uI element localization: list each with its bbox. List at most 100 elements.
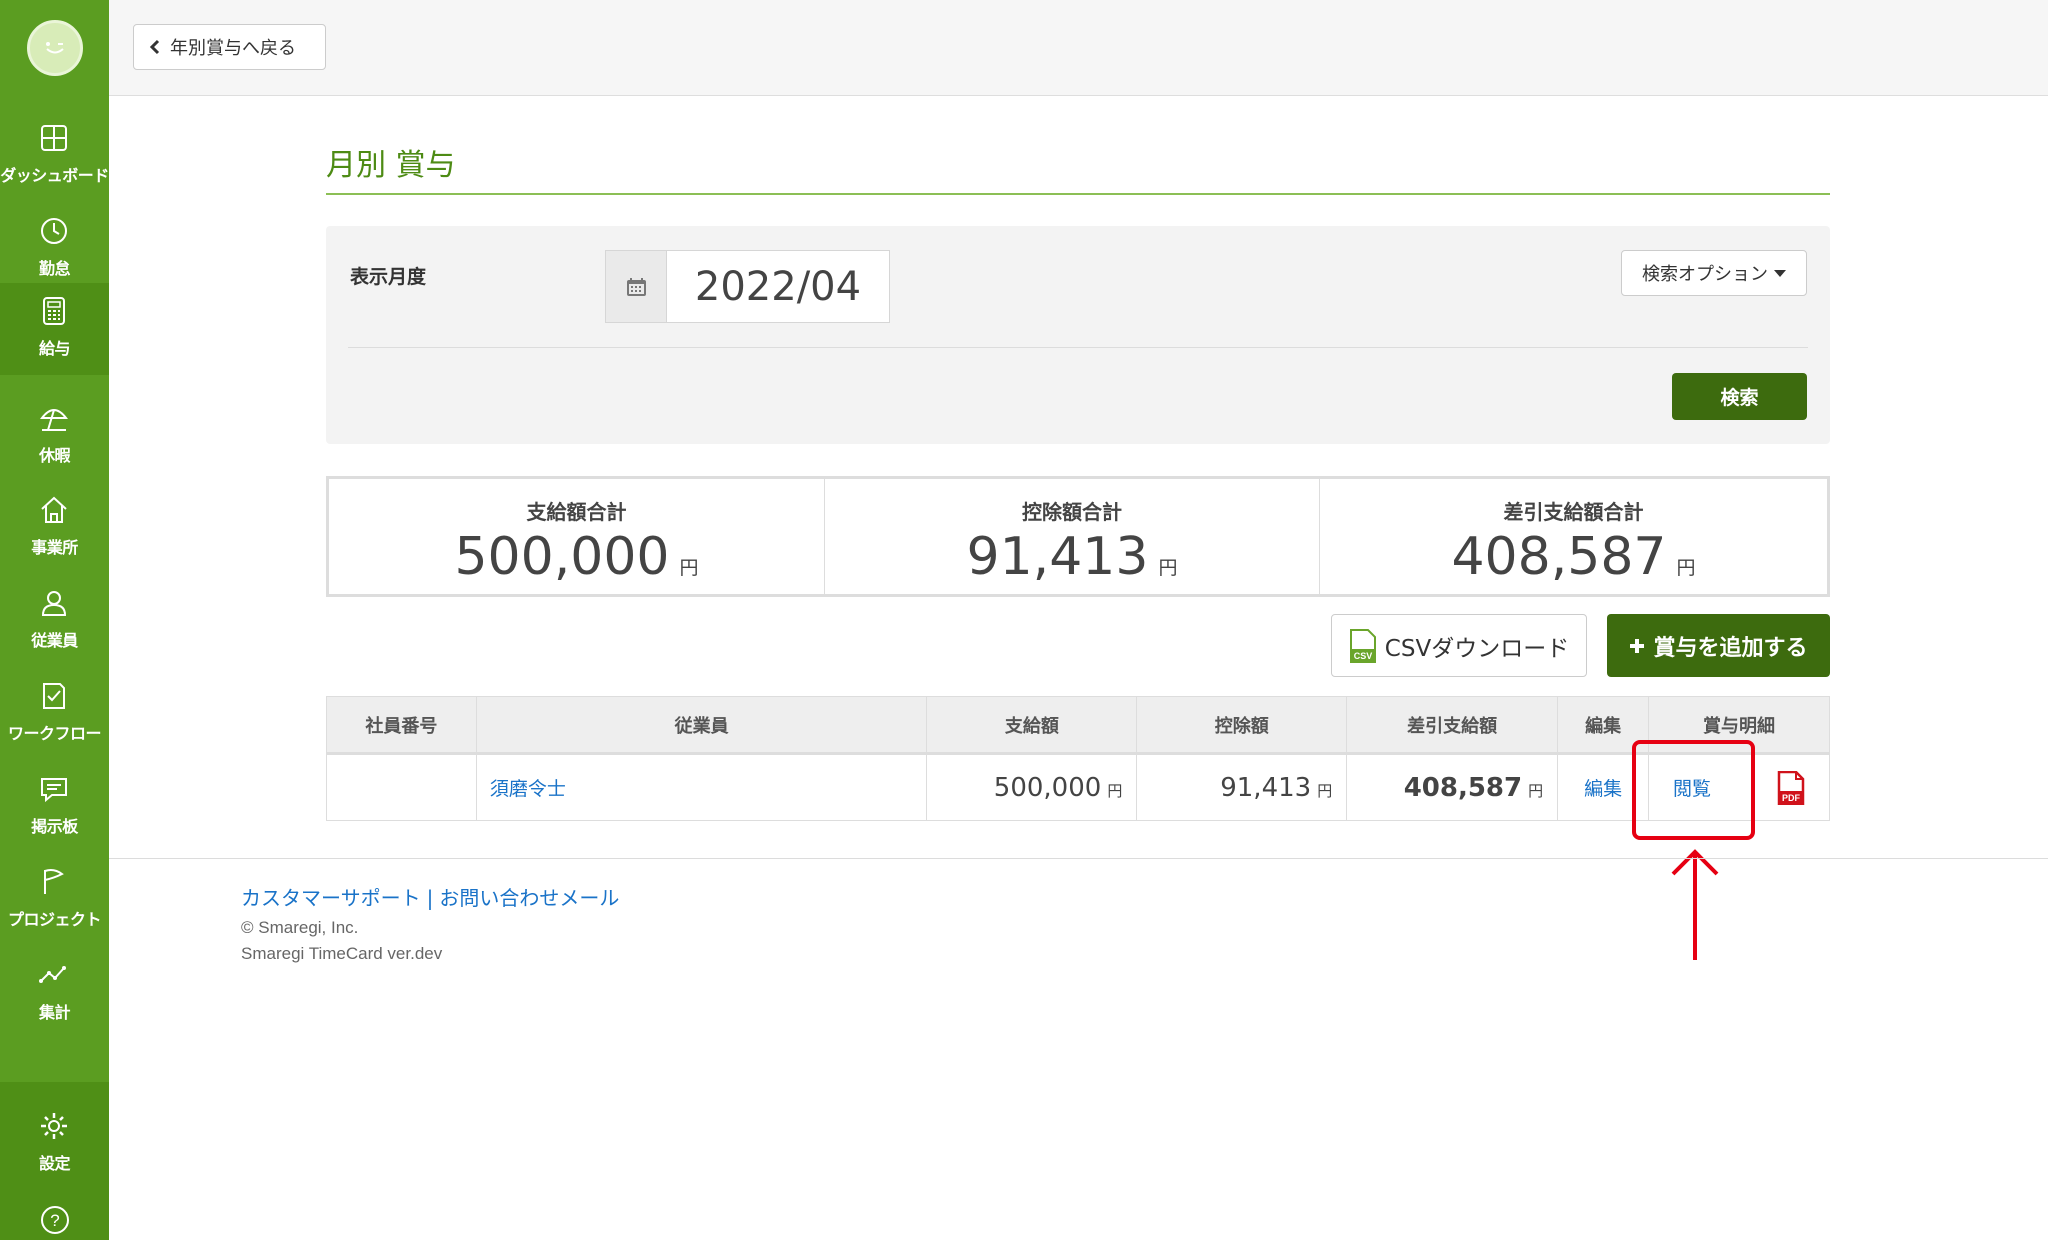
sidebar-item-label: 給与: [38, 339, 71, 358]
contact-mail-link[interactable]: お問い合わせメール: [439, 886, 619, 910]
search-options-label: 検索オプション: [1642, 264, 1768, 285]
sidebar-bottom: 設定 ?: [0, 1082, 109, 1240]
net-total-value: 408,587: [1451, 527, 1667, 587]
net-total-label: 差引支給額合計: [1503, 500, 1644, 524]
checklist-icon: [43, 683, 65, 709]
search-button[interactable]: 検索: [1672, 373, 1807, 420]
yen-unit: 円: [1676, 557, 1696, 579]
yen-unit: 円: [1158, 557, 1178, 579]
month-label: 表示月度: [350, 266, 427, 288]
deduction-total-amount: 91,413 円: [825, 527, 1319, 587]
chat-icon: [41, 778, 67, 803]
sidebar-item-summary[interactable]: 集計: [0, 947, 109, 1039]
sidebar-item-workflow[interactable]: ワークフロー: [0, 668, 109, 760]
smile-icon: [46, 42, 64, 54]
sidebar-item-office[interactable]: 事業所: [0, 482, 109, 574]
yen-unit: 円: [1107, 781, 1123, 800]
add-bonus-button[interactable]: 賞与を追加する: [1607, 614, 1830, 677]
line-chart-icon: [39, 966, 66, 983]
sidebar-item-label: 設定: [38, 1154, 71, 1173]
title-divider: [326, 193, 1830, 195]
filter-panel: 表示月度 2022/04 検索オプション 検索: [326, 226, 1830, 444]
add-bonus-label: 賞与を追加する: [1653, 635, 1808, 661]
column-header[interactable]: 支給額: [926, 696, 1138, 755]
summary-totals: 支給額合計 500,000 円 控除額合計 91,413 円 差引支給額合計 408…: [326, 476, 1830, 597]
csv-download-label: CSVダウンロード: [1384, 635, 1570, 662]
table-header-row: 社員番号 従業員 支給額 控除額 差引支給額 編集 賞与明細: [326, 696, 1830, 755]
app-logo[interactable]: [27, 20, 83, 76]
sidebar-item-label: 従業員: [31, 631, 78, 650]
person-icon: [41, 591, 67, 616]
csv-download-button[interactable]: CSV CSVダウンロード: [1331, 614, 1587, 677]
flag-icon: [44, 869, 64, 894]
svg-text:?: ?: [50, 1211, 59, 1230]
sidebar-item-dashboard[interactable]: ダッシュボード: [0, 110, 109, 202]
sidebar-item-payroll[interactable]: 給与: [0, 283, 109, 375]
sidebar-item-project[interactable]: プロジェクト: [0, 854, 109, 946]
csv-file-icon: CSV: [1349, 628, 1376, 663]
deduction-total-cell: 控除額合計 91,413 円: [825, 479, 1320, 594]
net-total-cell: 差引支給額合計 408,587 円: [1320, 479, 1827, 594]
net-amount: 408,587: [1403, 772, 1523, 803]
calculator-icon: [43, 297, 65, 325]
bonus-table: 社員番号 従業員 支給額 控除額 差引支給額 編集 賞与明細 須磨令士 500,…: [326, 696, 1830, 821]
customer-support-link[interactable]: カスタマーサポート: [241, 886, 421, 910]
sidebar-item-settings[interactable]: 設定: [0, 1104, 109, 1184]
back-button-label: 年別賞与へ戻る: [170, 38, 296, 59]
footer-links: カスタマーサポート | お問い合わせメール: [241, 882, 619, 911]
home-icon: [41, 496, 67, 523]
column-header[interactable]: 差引支給額: [1346, 696, 1559, 755]
beach-umbrella-icon: [39, 409, 69, 431]
edit-link[interactable]: 編集: [1584, 778, 1622, 800]
paid-total-cell: 支給額合計 500,000 円: [329, 479, 825, 594]
sidebar-item-label: プロジェクト: [7, 910, 102, 929]
arrow-up-icon: [1671, 849, 1719, 960]
highlight-box: [1632, 740, 1755, 840]
search-options-dropdown[interactable]: 検索オプション: [1621, 250, 1807, 296]
copyright: © Smaregi, Inc.: [241, 918, 359, 937]
yen-unit: 円: [1317, 781, 1333, 800]
clock-icon: [41, 218, 67, 244]
paid-amount-cell: 500,000 円: [926, 753, 1138, 821]
table-row: 須磨令士 500,000 円 91,413 円 408,587 円 編集 閲覧 PDF: [326, 753, 1830, 821]
paid-total-value: 500,000: [454, 527, 670, 587]
sidebar: ダッシュボード 勤怠 給与 休暇 事業所 従業員 ワークフロー 掲示板 プロジェ…: [0, 0, 109, 1240]
sidebar-item-label: 掲示板: [31, 817, 78, 836]
top-bar: 年別賞与へ戻る: [109, 0, 2048, 96]
footer-divider: [109, 858, 2048, 859]
pdf-file-icon[interactable]: PDF: [1777, 770, 1805, 805]
plus-icon: [1630, 638, 1645, 653]
app-version: Smaregi TimeCard ver.dev: [241, 944, 443, 963]
month-picker[interactable]: 2022/04: [605, 250, 890, 323]
calendar-icon: [627, 278, 646, 296]
deduction-amount-cell: 91,413 円: [1136, 753, 1348, 821]
sidebar-item-bulletin[interactable]: 掲示板: [0, 761, 109, 853]
caret-down-icon: [1774, 269, 1786, 277]
back-to-yearly-bonus-button[interactable]: 年別賞与へ戻る: [133, 24, 326, 70]
net-amount-cell: 408,587 円: [1346, 753, 1559, 821]
paid-amount: 500,000: [993, 772, 1102, 803]
deduction-total-label: 控除額合計: [1022, 500, 1122, 524]
svg-text:CSV: CSV: [1354, 651, 1373, 661]
column-header[interactable]: 従業員: [475, 696, 928, 755]
column-header[interactable]: 控除額: [1136, 696, 1348, 755]
sidebar-item-label: ワークフロー: [7, 724, 102, 743]
sidebar-item-label: ダッシュボード: [0, 166, 109, 185]
yen-unit: 円: [679, 557, 699, 579]
sidebar-item-label: 集計: [38, 1003, 71, 1022]
footer-separator: |: [426, 886, 434, 910]
sidebar-item-label: 勤怠: [38, 259, 71, 278]
deduction-amount: 91,413: [1220, 772, 1312, 803]
employee-name-link[interactable]: 須磨令士: [490, 778, 566, 800]
net-total-amount: 408,587 円: [1320, 527, 1827, 587]
calendar-button[interactable]: [606, 251, 667, 322]
column-header[interactable]: 社員番号: [326, 696, 477, 755]
help-icon[interactable]: ?: [39, 1204, 71, 1236]
month-value[interactable]: 2022/04: [667, 251, 889, 322]
sidebar-item-attendance[interactable]: 勤怠: [0, 203, 109, 295]
yen-unit: 円: [1528, 781, 1544, 800]
sidebar-item-employees[interactable]: 従業員: [0, 575, 109, 667]
sidebar-item-label: 事業所: [31, 538, 78, 557]
sidebar-item-vacation[interactable]: 休暇: [0, 390, 109, 482]
chevron-left-icon: [149, 39, 160, 55]
